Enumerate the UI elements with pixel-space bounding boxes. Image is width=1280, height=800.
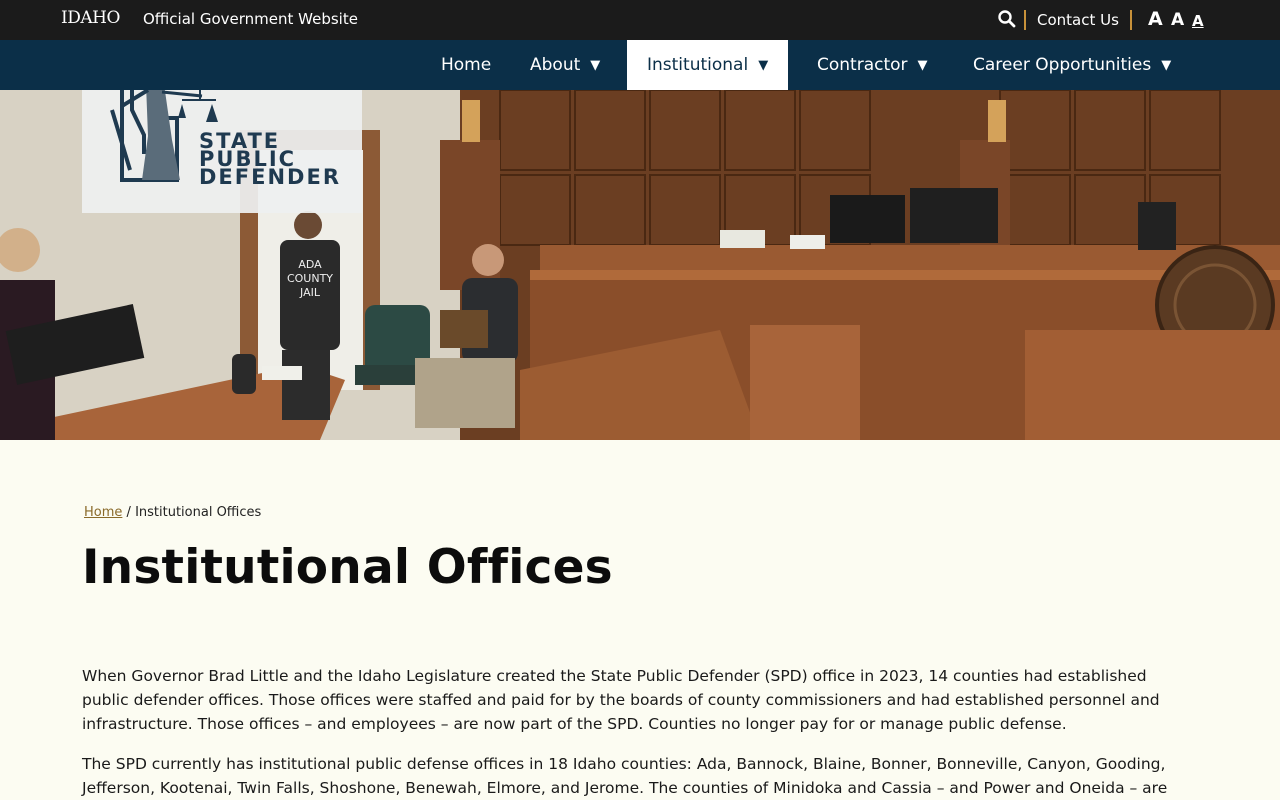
nav-item-about[interactable]: About ▼ bbox=[530, 40, 600, 90]
font-size-small-button[interactable]: A bbox=[1192, 12, 1204, 30]
shirt-text-county: COUNTY bbox=[287, 272, 333, 285]
nav-item-career-opportunities[interactable]: Career Opportunities ▼ bbox=[973, 40, 1171, 90]
nav-item-institutional[interactable]: Institutional ▼ bbox=[627, 40, 789, 90]
logo-text-defender: DEFENDER bbox=[199, 165, 341, 189]
nav-item-label: Home bbox=[441, 55, 492, 75]
top-utility-bar: IDAHO Official Government Website Contac… bbox=[0, 0, 1280, 40]
contact-us-link[interactable]: Contact Us bbox=[1037, 11, 1119, 29]
caret-down-icon: ▼ bbox=[590, 57, 601, 73]
offices-paragraph: The SPD currently has institutional publ… bbox=[82, 755, 1168, 797]
official-government-label: Official Government Website bbox=[143, 10, 358, 28]
font-size-medium-button[interactable]: A bbox=[1171, 10, 1184, 30]
breadcrumb: Home / Institutional Offices bbox=[84, 505, 261, 520]
page-title: Institutional Offices bbox=[82, 540, 613, 595]
separator bbox=[1130, 10, 1132, 30]
idaho-logo[interactable]: IDAHO bbox=[61, 8, 120, 28]
intro-paragraph: When Governor Brad Little and the Idaho … bbox=[82, 667, 1160, 733]
font-size-large-button[interactable]: A bbox=[1148, 8, 1163, 30]
breadcrumb-current: Institutional Offices bbox=[135, 505, 262, 520]
breadcrumb-home-link[interactable]: Home bbox=[84, 505, 122, 520]
nav-item-label: Career Opportunities bbox=[973, 55, 1152, 75]
shirt-text-jail: JAIL bbox=[299, 286, 321, 299]
caret-down-icon: ▼ bbox=[1161, 57, 1172, 73]
nav-item-label: Contractor bbox=[817, 55, 908, 75]
nav-item-label: Institutional bbox=[647, 55, 749, 75]
separator bbox=[1024, 10, 1026, 30]
nav-item-label: About bbox=[530, 55, 581, 75]
breadcrumb-separator: / bbox=[126, 505, 131, 520]
caret-down-icon: ▼ bbox=[917, 57, 928, 73]
shirt-text-ada: ADA bbox=[298, 258, 322, 271]
caret-down-icon: ▼ bbox=[758, 57, 769, 73]
nav-item-home[interactable]: Home bbox=[441, 40, 491, 90]
main-navigation: Home About ▼ Institutional ▼ Contractor … bbox=[0, 40, 1280, 90]
search-icon[interactable] bbox=[997, 9, 1017, 29]
nav-item-contractor[interactable]: Contractor ▼ bbox=[817, 40, 928, 90]
